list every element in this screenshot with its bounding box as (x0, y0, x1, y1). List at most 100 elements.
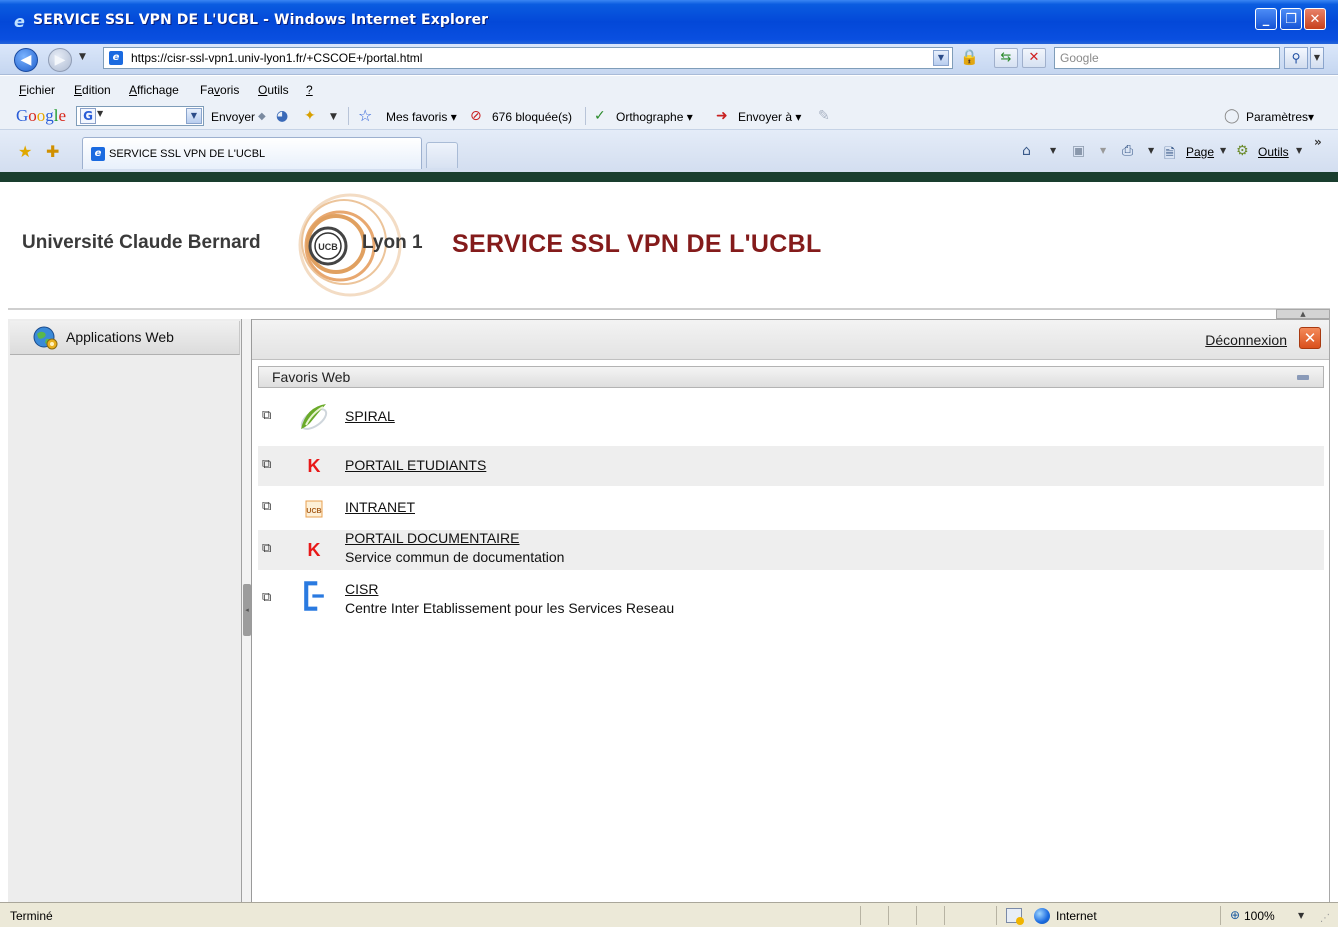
ucb-logo: UCB (305, 500, 323, 518)
print-icon[interactable]: ⎙ (1122, 143, 1133, 159)
protected-mode-icon[interactable] (1006, 908, 1024, 925)
google-g-icon[interactable]: G (80, 108, 96, 124)
resize-grip-icon[interactable]: ⋰ (1320, 913, 1330, 924)
status-separator (996, 906, 997, 925)
zoom-dropdown-icon[interactable]: ▼ (1298, 911, 1304, 920)
toolbar-separator (348, 107, 349, 125)
send-arrow-icon: ◆ (258, 111, 266, 122)
svg-text:UCB: UCB (318, 242, 338, 252)
status-separator (860, 906, 861, 925)
header-divider (8, 308, 1330, 310)
lock-icon[interactable]: 🔒 (960, 48, 979, 66)
bookmark-link-portail-etudiants[interactable]: PORTAIL ETUDIANTS (345, 457, 486, 473)
close-window-button[interactable]: ✕ (1304, 8, 1326, 30)
send-to-icon: ➜ (716, 108, 728, 124)
k-logo: K (307, 540, 321, 560)
security-zone-label[interactable]: Internet (1056, 909, 1097, 923)
pagerank-icon[interactable]: ◕ (276, 108, 288, 124)
feeds-dropdown-icon[interactable]: ▼ (1100, 146, 1106, 155)
tools-dropdown-icon[interactable]: ▼ (1296, 146, 1302, 155)
tab-vpn-portal[interactable]: e SERVICE SSL VPN DE L'UCBL (82, 137, 422, 169)
spiral-logo (300, 404, 328, 430)
nav-item-web-applications[interactable]: Applications Web (10, 321, 240, 355)
toolbar-separator (585, 107, 586, 125)
open-new-window-icon[interactable]: ⧉ (262, 541, 278, 557)
bookmark-link-intranet[interactable]: INTRANET (345, 499, 415, 515)
menu-edit[interactable]: Edition (74, 83, 111, 97)
forward-button[interactable]: ▶ (48, 48, 72, 72)
logout-link[interactable]: Déconnexion (1205, 332, 1287, 348)
menu-file[interactable]: Fichier (19, 83, 55, 97)
stop-button[interactable]: ✕ (1022, 48, 1046, 68)
bookmarks-menu-button[interactable]: Mes favoris ▾ (386, 110, 457, 124)
forward-arrow-icon: ▶ (54, 52, 66, 68)
refresh-button[interactable]: ⇆ (994, 48, 1018, 68)
settings-button[interactable]: Paramètres▾ (1246, 110, 1314, 124)
collapse-section-button[interactable] (1297, 375, 1309, 380)
open-new-window-icon[interactable]: ⧉ (262, 408, 278, 424)
highlighter-icon[interactable]: ✎ (818, 108, 830, 124)
bookmark-link-spiral[interactable]: SPIRAL (345, 408, 395, 424)
back-arrow-icon: ◀ (20, 52, 32, 68)
home-icon[interactable]: ⌂ (1022, 143, 1031, 159)
splitter-handle[interactable]: ◂ (243, 584, 251, 636)
k-logo: K (307, 456, 321, 476)
spellcheck-button[interactable]: Orthographe ▾ (616, 110, 693, 124)
more-commands-icon[interactable]: » (1314, 135, 1322, 149)
extensions-dropdown-icon[interactable]: ▼ (330, 112, 337, 122)
logout-close-icon[interactable]: ✕ (1299, 327, 1321, 349)
open-new-window-icon[interactable]: ⧉ (262, 499, 278, 515)
svg-text:UCB: UCB (306, 508, 321, 515)
send-to-button[interactable]: Envoyer à ▾ (738, 110, 801, 124)
page-icon: 🗎 (1164, 146, 1176, 162)
bookmark-link-cisr[interactable]: CISR (345, 581, 378, 597)
google-send-button[interactable]: Envoyer (211, 110, 255, 124)
settings-radio-icon: ◯ (1224, 108, 1240, 124)
url-text[interactable]: https://cisr-ssl-vpn1.univ-lyon1.fr/+CSC… (131, 51, 422, 65)
google-search-input[interactable]: G ▼ ▼ (76, 106, 204, 126)
feeds-icon[interactable]: ▣ (1072, 143, 1085, 159)
maximize-button[interactable]: ❐ (1280, 8, 1302, 30)
status-bar: Terminé Internet ⊕ 100% ▼ ⋰ (0, 902, 1338, 927)
page-dropdown-icon[interactable]: ▼ (1220, 146, 1226, 155)
ie-logo-icon: e (14, 12, 25, 31)
favorites-center-icon[interactable]: ★ (18, 142, 32, 161)
print-dropdown-icon[interactable]: ▼ (1148, 146, 1154, 155)
menu-view[interactable]: Affichage (129, 83, 179, 97)
back-button[interactable]: ◀ (14, 48, 38, 72)
new-tab-button[interactable] (426, 142, 458, 168)
menu-tools[interactable]: Outils (258, 83, 289, 97)
menu-help[interactable]: ? (306, 83, 313, 97)
open-new-window-icon[interactable]: ⧉ (262, 457, 278, 473)
page-menu-button[interactable]: Page (1186, 145, 1214, 159)
section-title: Favoris Web (272, 369, 351, 385)
google-search-dropdown-icon[interactable]: ▼ (186, 108, 202, 124)
menu-favorites[interactable]: Favoris (200, 83, 239, 97)
tools-menu-button[interactable]: Outils (1258, 145, 1289, 159)
collapse-header-button[interactable]: ▲ (1276, 309, 1330, 319)
google-g-dropdown-icon[interactable]: ▼ (97, 109, 103, 118)
status-separator (916, 906, 917, 925)
window-titlebar: e SERVICE SSL VPN DE L'UCBL - Windows In… (0, 0, 1338, 44)
history-dropdown-icon[interactable]: ▼ (79, 52, 86, 62)
bookmark-link-portail-documentaire[interactable]: PORTAIL DOCUMENTAIRE (345, 530, 520, 546)
nav-item-label: Applications Web (66, 329, 174, 345)
tools-gear-icon: ⚙ (1236, 143, 1249, 159)
google-toolbar: Google G ▼ ▼ Envoyer ◆ ◕ ✦ ▼ ☆ Mes favor… (0, 102, 1338, 130)
search-input[interactable]: Google (1054, 47, 1280, 69)
minimize-button[interactable]: _ (1255, 8, 1277, 30)
extensions-icon[interactable]: ✦ (304, 108, 316, 124)
favorites-section-header: Favoris Web (258, 366, 1324, 388)
open-new-window-icon[interactable]: ⧉ (262, 590, 278, 606)
home-dropdown-icon[interactable]: ▼ (1050, 146, 1056, 155)
search-options-dropdown-icon[interactable]: ▼ (1310, 47, 1324, 69)
bookmark-row: ⧉ SPIRAL (258, 396, 1324, 440)
address-dropdown-icon[interactable]: ▼ (933, 50, 949, 66)
google-logo[interactable]: Google (16, 106, 66, 126)
address-bar[interactable]: e https://cisr-ssl-vpn1.univ-lyon1.fr/+C… (103, 47, 953, 69)
add-favorite-icon[interactable]: ✚ (46, 142, 59, 161)
panel-splitter[interactable]: ◂ (242, 319, 252, 902)
popup-blocked-count[interactable]: 676 bloquée(s) (492, 110, 572, 124)
zoom-level[interactable]: 100% (1244, 909, 1275, 923)
search-icon[interactable]: ⚲ (1284, 47, 1308, 69)
